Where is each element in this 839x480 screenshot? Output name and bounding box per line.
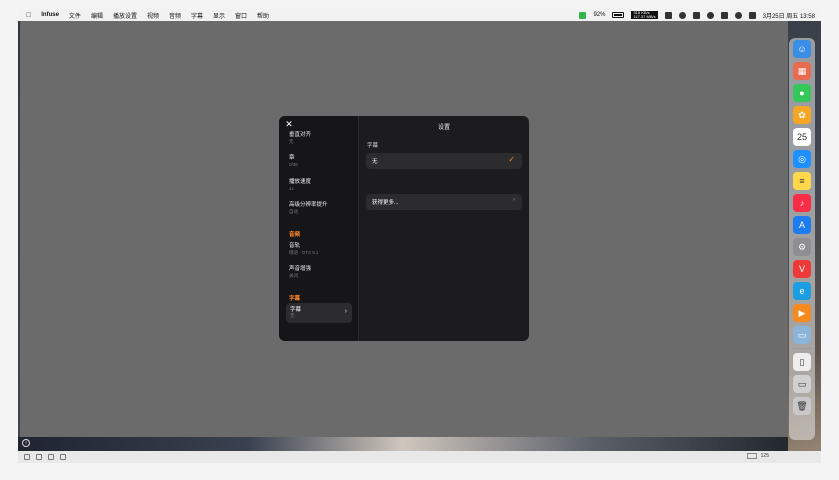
finder-bottom-bar bbox=[18, 451, 821, 463]
bottom-status: 125 bbox=[746, 453, 769, 459]
close-icon[interactable]: ✕ bbox=[284, 119, 294, 129]
setting-chapter[interactable]: 章 0/35 bbox=[289, 155, 298, 168]
subtitle-option-none[interactable]: 无 ✓ bbox=[366, 153, 522, 169]
setting-value: 0/35 bbox=[289, 162, 298, 167]
subtitle-section-label: 字幕 bbox=[367, 143, 379, 149]
menu-bar:  Infuse 文件 编辑 播放设置 视频 音频 字幕 显示 窗口 帮助 92… bbox=[18, 9, 821, 21]
apple-menu-icon[interactable]:  bbox=[26, 12, 31, 19]
trash-icon[interactable]: 🗑 bbox=[793, 397, 811, 415]
status-app-icon[interactable] bbox=[579, 11, 587, 19]
edge-icon[interactable]: e bbox=[793, 282, 811, 300]
dock-separator bbox=[793, 348, 811, 349]
setting-value: 无 bbox=[290, 313, 295, 318]
settings-sidebar: ✕ 垂直对齐 无 章 0/35 播放速度 1x 高级分辨率提升 自动 音频 音轨… bbox=[279, 116, 359, 341]
info-icon[interactable]: i bbox=[22, 439, 30, 447]
setting-label: 声音增强 bbox=[289, 266, 312, 272]
menu-file[interactable]: 文件 bbox=[69, 11, 81, 20]
checkmark-icon: ✓ bbox=[508, 155, 515, 164]
section-audio: 音频 bbox=[289, 232, 301, 238]
calendar-icon[interactable]: 25 bbox=[793, 128, 811, 146]
settings-modal: ✕ 垂直对齐 无 章 0/35 播放速度 1x 高级分辨率提升 自动 音频 音轨… bbox=[279, 116, 529, 341]
setting-label: 章 bbox=[289, 155, 295, 161]
zoom-level: 125 bbox=[760, 453, 769, 459]
bottom-bar-icon[interactable] bbox=[24, 454, 30, 460]
menu-edit[interactable]: 编辑 bbox=[91, 11, 103, 20]
setting-label: 播放速度 bbox=[289, 179, 312, 185]
photos-icon[interactable]: ✿ bbox=[793, 106, 811, 124]
chevron-right-icon: › bbox=[344, 308, 347, 315]
sync-icon[interactable] bbox=[678, 11, 686, 19]
setting-subtitles[interactable]: 字幕 无 › bbox=[286, 303, 352, 323]
network-speed[interactable]: 318 KB/s 117.37 MB/s bbox=[631, 11, 658, 19]
chevron-right-icon: › bbox=[513, 197, 515, 203]
music-icon[interactable]: ♪ bbox=[793, 194, 811, 212]
vivaldi-icon[interactable]: V bbox=[793, 260, 811, 278]
get-more-subtitles[interactable]: 获得更多... › bbox=[366, 194, 522, 210]
control-center-icon[interactable] bbox=[748, 11, 756, 19]
screen-icon[interactable] bbox=[692, 11, 700, 19]
setting-value: 1x bbox=[289, 186, 294, 191]
infuse-icon[interactable]: ▶ bbox=[793, 304, 811, 322]
battery-percent: 92% bbox=[593, 12, 606, 18]
setting-value: 俄语 · DTS 5.1 bbox=[289, 250, 319, 255]
bottom-bar-icon[interactable] bbox=[60, 454, 66, 460]
menu-clock[interactable]: 3月25日 周五 13:58 bbox=[763, 11, 815, 20]
setting-audio-track[interactable]: 音轨 俄语 · DTS 5.1 bbox=[289, 243, 319, 256]
option-label: 无 bbox=[372, 159, 378, 165]
menu-window[interactable]: 窗口 bbox=[235, 11, 247, 20]
view-toggle-icon[interactable] bbox=[746, 453, 757, 459]
menu-app-name[interactable]: Infuse bbox=[41, 12, 59, 18]
setting-sound-enhance[interactable]: 声音增强 关闭 bbox=[289, 266, 311, 279]
notes-icon[interactable]: ≡ bbox=[793, 172, 811, 190]
wifi-icon[interactable] bbox=[734, 11, 742, 19]
setting-value: 关闭 bbox=[289, 273, 298, 278]
setting-playback-speed[interactable]: 播放速度 1x bbox=[289, 179, 311, 192]
option-label: 获得更多... bbox=[372, 200, 399, 206]
app-store-icon[interactable]: A bbox=[793, 216, 811, 234]
setting-value: 无 bbox=[289, 139, 294, 144]
finder-icon[interactable]: ☺ bbox=[793, 40, 811, 58]
menu-subtitles[interactable]: 字幕 bbox=[191, 11, 203, 20]
system-preferences-icon[interactable]: ⚙ bbox=[793, 238, 811, 256]
menu-playback[interactable]: 播放设置 bbox=[113, 11, 137, 20]
section-subtitles: 字幕 bbox=[289, 296, 301, 302]
modal-title: 设置 bbox=[437, 125, 450, 131]
launchpad-icon[interactable]: ▦ bbox=[793, 62, 811, 80]
menu-audio[interactable]: 音频 bbox=[169, 11, 181, 20]
safari-icon[interactable]: ◎ bbox=[793, 150, 811, 168]
battery-icon[interactable] bbox=[612, 12, 625, 18]
headphones-icon[interactable] bbox=[720, 11, 728, 19]
preview-icon[interactable]: ▭ bbox=[793, 326, 811, 344]
bottom-bar-icon[interactable] bbox=[36, 454, 42, 460]
menu-display[interactable]: 显示 bbox=[213, 11, 225, 20]
messages-icon[interactable]: ● bbox=[793, 84, 811, 102]
menu-extras: 92% 318 KB/s 117.37 MB/s 3月25日 周五 13:58 bbox=[579, 11, 815, 20]
user-icon[interactable] bbox=[706, 11, 714, 19]
menu-video[interactable]: 视频 bbox=[147, 11, 159, 20]
setting-vertical-align[interactable]: 垂直对齐 无 bbox=[289, 132, 311, 145]
downloads-icon[interactable]: ▭ bbox=[793, 375, 811, 393]
document-icon[interactable]: ▯ bbox=[793, 353, 811, 371]
dock: ☺ ▦ ● ✿ 25 ◎ ≡ ♪ A ⚙ Ve ▶ ▭ ▯ ▭ 🗑 bbox=[789, 38, 815, 440]
net-download: 117.37 MB/s bbox=[633, 14, 656, 19]
setting-label: 垂直对齐 bbox=[289, 132, 312, 138]
setting-upscaling[interactable]: 高级分辨率提升 自动 bbox=[289, 202, 328, 215]
setting-value: 自动 bbox=[289, 209, 298, 214]
bottom-bar-icon[interactable] bbox=[48, 454, 54, 460]
setting-label: 高级分辨率提升 bbox=[289, 202, 328, 208]
setting-label: 音轨 bbox=[289, 243, 301, 249]
menu-help[interactable]: 帮助 bbox=[257, 11, 269, 20]
clipboard-icon[interactable] bbox=[664, 11, 672, 19]
